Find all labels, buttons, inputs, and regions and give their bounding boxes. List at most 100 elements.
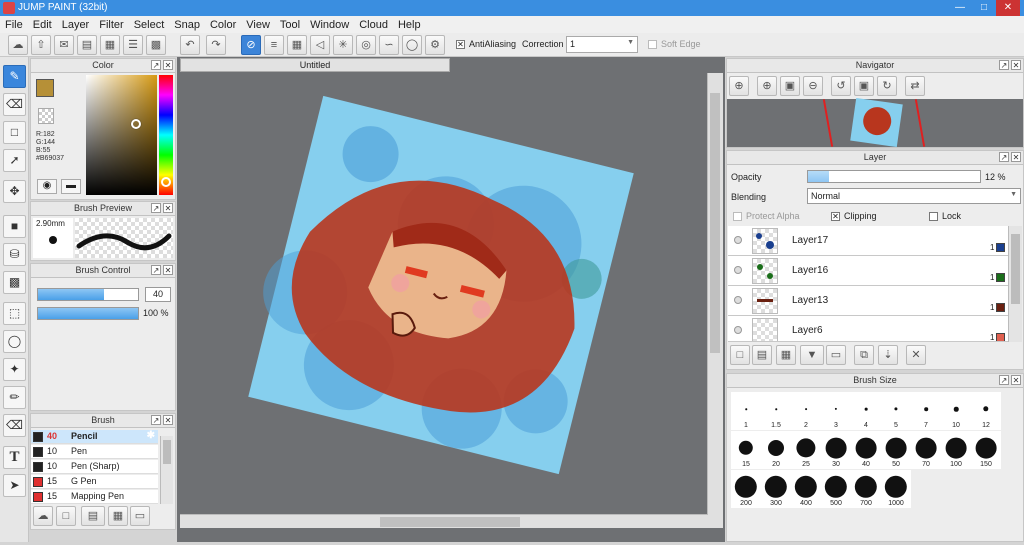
rotate-left-icon[interactable]: ↺ xyxy=(831,76,851,96)
list-icon[interactable]: ☰ xyxy=(123,35,143,55)
brush-size-option[interactable]: 100 xyxy=(941,431,971,469)
layer-folder-icon[interactable]: ▭ xyxy=(826,345,846,365)
snap-off-icon[interactable]: ⊘ xyxy=(241,35,261,55)
menu-snap[interactable]: Snap xyxy=(169,19,205,31)
gear-icon[interactable]: ✱ xyxy=(147,430,155,441)
document-icon[interactable]: ▤ xyxy=(77,35,97,55)
brush-size-option[interactable]: 50 xyxy=(881,431,911,469)
canvas-horizontal-scrollbar[interactable] xyxy=(180,514,708,528)
brush-size-option[interactable]: 5 xyxy=(881,392,911,430)
brush-size-option[interactable]: 150 xyxy=(971,431,1001,469)
antialiasing-checkbox[interactable]: ✕ xyxy=(456,40,465,50)
brush-size-option[interactable]: 30 xyxy=(821,431,851,469)
brush-list-scrollbar[interactable] xyxy=(160,436,173,504)
menu-select[interactable]: Select xyxy=(129,19,170,31)
menu-edit[interactable]: Edit xyxy=(28,19,57,31)
palette-icon[interactable]: ◉ xyxy=(37,179,57,194)
brush-size-option[interactable]: 1000 xyxy=(881,470,911,508)
select-pen-tool-icon[interactable]: ✏ xyxy=(3,386,26,409)
brush-size-option[interactable]: 12 xyxy=(971,392,1001,430)
layer-row[interactable]: Layer17 1 xyxy=(728,226,1008,256)
brush-size-option[interactable]: 200 xyxy=(731,470,761,508)
panel-close-icon[interactable]: ✕ xyxy=(163,415,173,425)
brush-size-slider[interactable] xyxy=(37,288,139,301)
brush-size-option[interactable]: 500 xyxy=(821,470,851,508)
panel-close-icon[interactable]: ✕ xyxy=(1011,375,1021,385)
canvas-artwork[interactable] xyxy=(177,57,725,542)
float-icon[interactable]: ↗ xyxy=(151,203,161,213)
float-icon[interactable]: ↗ xyxy=(999,60,1009,70)
brush-item-pencil[interactable]: 40 Pencil ✱ xyxy=(31,430,158,444)
snap-vanish-icon[interactable]: ◁ xyxy=(310,35,330,55)
select-rect-tool-icon[interactable]: ⬚ xyxy=(3,302,26,325)
snap-settings-icon[interactable]: ⚙ xyxy=(425,35,445,55)
fill-rect-tool-icon[interactable]: ■ xyxy=(3,215,26,238)
saturation-value-picker[interactable] xyxy=(86,75,157,195)
antialiasing-option[interactable]: ✕ AntiAliasing xyxy=(456,39,516,50)
duplicate-layer-icon[interactable]: ⧉ xyxy=(854,345,874,365)
color-picker-cursor[interactable] xyxy=(131,119,141,129)
menu-window[interactable]: Window xyxy=(305,19,354,31)
brush-size-option[interactable]: 10 xyxy=(941,392,971,430)
menu-cloud[interactable]: Cloud xyxy=(354,19,393,31)
brush-menu-icon[interactable]: ▤ xyxy=(81,506,105,526)
blending-select[interactable]: Normal ▼ xyxy=(807,188,1021,204)
zoom-fit-icon[interactable]: ⊕ xyxy=(729,76,749,96)
protect-alpha-checkbox[interactable] xyxy=(733,212,742,222)
layer-opacity-slider[interactable] xyxy=(807,170,981,183)
close-icon[interactable]: ✕ xyxy=(996,0,1020,16)
rotate-right-icon[interactable]: ↻ xyxy=(877,76,897,96)
snap-grid-icon[interactable]: ▦ xyxy=(287,35,307,55)
float-icon[interactable]: ↗ xyxy=(151,60,161,70)
snap-parallel-icon[interactable]: ≡ xyxy=(264,35,284,55)
float-icon[interactable]: ↗ xyxy=(151,265,161,275)
new-layer-icon[interactable]: □ xyxy=(730,345,750,365)
brush-size-option[interactable]: 40 xyxy=(851,431,881,469)
select-eraser-tool-icon[interactable]: ⌫ xyxy=(3,414,26,437)
menu-tool[interactable]: Tool xyxy=(275,19,305,31)
brush-size-option[interactable]: 20 xyxy=(761,431,791,469)
brush-opacity-slider[interactable] xyxy=(37,307,139,320)
layer-list-scroll-thumb[interactable] xyxy=(1011,234,1020,304)
brush-size-option[interactable]: 1.5 xyxy=(761,392,791,430)
magic-wand-tool-icon[interactable]: ✦ xyxy=(3,358,26,381)
clipping-option[interactable]: ✕ Clipping xyxy=(831,211,877,222)
rotate-reset-icon[interactable]: ▣ xyxy=(854,76,874,96)
brush-item-g-pen[interactable]: 15 G Pen xyxy=(31,475,158,489)
layer-row[interactable]: Layer13 1 xyxy=(728,286,1008,316)
brush-size-option[interactable]: 300 xyxy=(761,470,791,508)
line-tool-icon[interactable]: ➚ xyxy=(3,149,26,172)
menu-view[interactable]: View xyxy=(241,19,275,31)
zoom-in-icon[interactable]: ⊕ xyxy=(757,76,777,96)
eraser-tool-icon[interactable]: ⌫ xyxy=(3,93,26,116)
brush-size-option[interactable]: 7 xyxy=(911,392,941,430)
correction-select[interactable]: 1 ▼ xyxy=(566,36,638,53)
panel-close-icon[interactable]: ✕ xyxy=(163,265,173,275)
gradient-tool-icon[interactable]: ▩ xyxy=(3,271,26,294)
menu-help[interactable]: Help xyxy=(393,19,426,31)
hue-slider-handle[interactable] xyxy=(161,177,171,187)
float-icon[interactable]: ↗ xyxy=(151,415,161,425)
brush-item-pen[interactable]: 10 Pen xyxy=(31,445,158,459)
rectangle-tool-icon[interactable]: □ xyxy=(3,121,26,144)
brush-item-pen-sharp[interactable]: 10 Pen (Sharp) xyxy=(31,460,158,474)
brush-size-value[interactable]: 40 xyxy=(145,287,171,302)
brush-size-option[interactable]: 700 xyxy=(851,470,881,508)
new-raster-layer-icon[interactable]: ▤ xyxy=(752,345,772,365)
operation-tool-icon[interactable]: ➤ xyxy=(3,474,26,497)
merge-layer-icon[interactable]: ⇣ xyxy=(878,345,898,365)
float-icon[interactable]: ↗ xyxy=(999,375,1009,385)
menu-file[interactable]: File xyxy=(0,19,28,31)
export-icon[interactable]: ⇧ xyxy=(31,35,51,55)
grid-icon[interactable]: ▩ xyxy=(146,35,166,55)
main-color-swatch[interactable] xyxy=(36,79,54,97)
panel-close-icon[interactable]: ✕ xyxy=(1011,152,1021,162)
panel-close-icon[interactable]: ✕ xyxy=(1011,60,1021,70)
brush-cloud-icon[interactable]: ☁ xyxy=(33,506,53,526)
cloud-icon[interactable]: ☁ xyxy=(8,35,28,55)
zoom-actual-icon[interactable]: ▣ xyxy=(780,76,800,96)
spoid-icon[interactable]: ▬ xyxy=(61,179,81,194)
canvas-vertical-scrollbar[interactable] xyxy=(707,73,723,528)
snap-curve-icon[interactable]: ∽ xyxy=(379,35,399,55)
text-tool-icon[interactable]: T xyxy=(3,446,26,469)
